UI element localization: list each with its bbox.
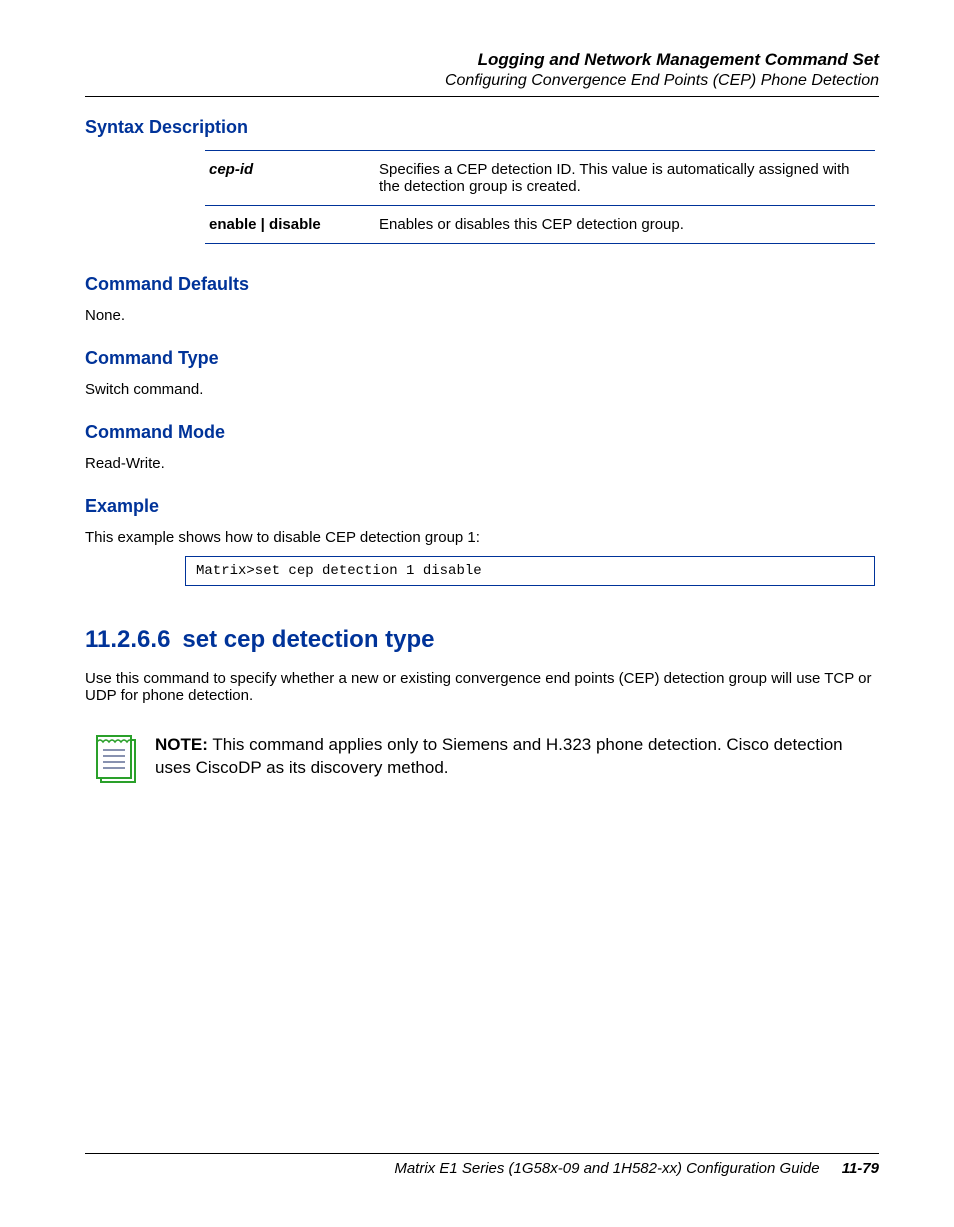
section-subtitle: Configuring Convergence End Points (CEP)… bbox=[85, 72, 879, 90]
footer-page: 11-79 bbox=[842, 1160, 879, 1177]
command-defaults-text: None. bbox=[85, 307, 879, 324]
syntax-table: cep-id Specifies a CEP detection ID. Thi… bbox=[205, 150, 875, 244]
command-mode-text: Read-Write. bbox=[85, 455, 879, 472]
section-body: Use this command to specify whether a ne… bbox=[85, 670, 879, 704]
note-label: NOTE: bbox=[155, 735, 208, 754]
command-type-heading: Command Type bbox=[85, 348, 879, 369]
syntax-row: cep-id Specifies a CEP detection ID. Thi… bbox=[205, 151, 875, 206]
example-code: Matrix>set cep detection 1 disable bbox=[196, 563, 482, 579]
command-mode-heading: Command Mode bbox=[85, 422, 879, 443]
section-heading: 11.2.6.6 set cep detection type bbox=[85, 626, 879, 654]
running-header: Logging and Network Management Command S… bbox=[85, 50, 879, 90]
example-intro: This example shows how to disable CEP de… bbox=[85, 529, 879, 546]
example-code-box: Matrix>set cep detection 1 disable bbox=[185, 556, 875, 586]
note-text-container: NOTE: This command applies only to Sieme… bbox=[155, 734, 869, 780]
syntax-description-heading: Syntax Description bbox=[85, 117, 879, 138]
section-number: 11.2.6.6 bbox=[85, 626, 170, 653]
syntax-row: enable | disable Enables or disables thi… bbox=[205, 206, 875, 244]
command-type-text: Switch command. bbox=[85, 381, 879, 398]
section-title: set cep detection type bbox=[182, 626, 434, 653]
chapter-title: Logging and Network Management Command S… bbox=[85, 50, 879, 70]
header-rule bbox=[85, 96, 879, 97]
page-footer: Matrix E1 Series (1G58x-09 and 1H582-xx)… bbox=[85, 1153, 879, 1177]
example-heading: Example bbox=[85, 496, 879, 517]
param-name: enable | disable bbox=[209, 216, 321, 233]
param-desc: Specifies a CEP detection ID. This value… bbox=[375, 151, 875, 206]
footer-guide: Matrix E1 Series (1G58x-09 and 1H582-xx)… bbox=[394, 1160, 819, 1177]
note-body: This command applies only to Siemens and… bbox=[155, 735, 843, 777]
param-desc: Enables or disables this CEP detection g… bbox=[375, 206, 875, 244]
command-defaults-heading: Command Defaults bbox=[85, 274, 879, 295]
param-name: cep-id bbox=[209, 161, 253, 178]
note-icon bbox=[95, 734, 139, 791]
footer-rule bbox=[85, 1153, 879, 1154]
note-block: NOTE: This command applies only to Sieme… bbox=[95, 734, 869, 791]
